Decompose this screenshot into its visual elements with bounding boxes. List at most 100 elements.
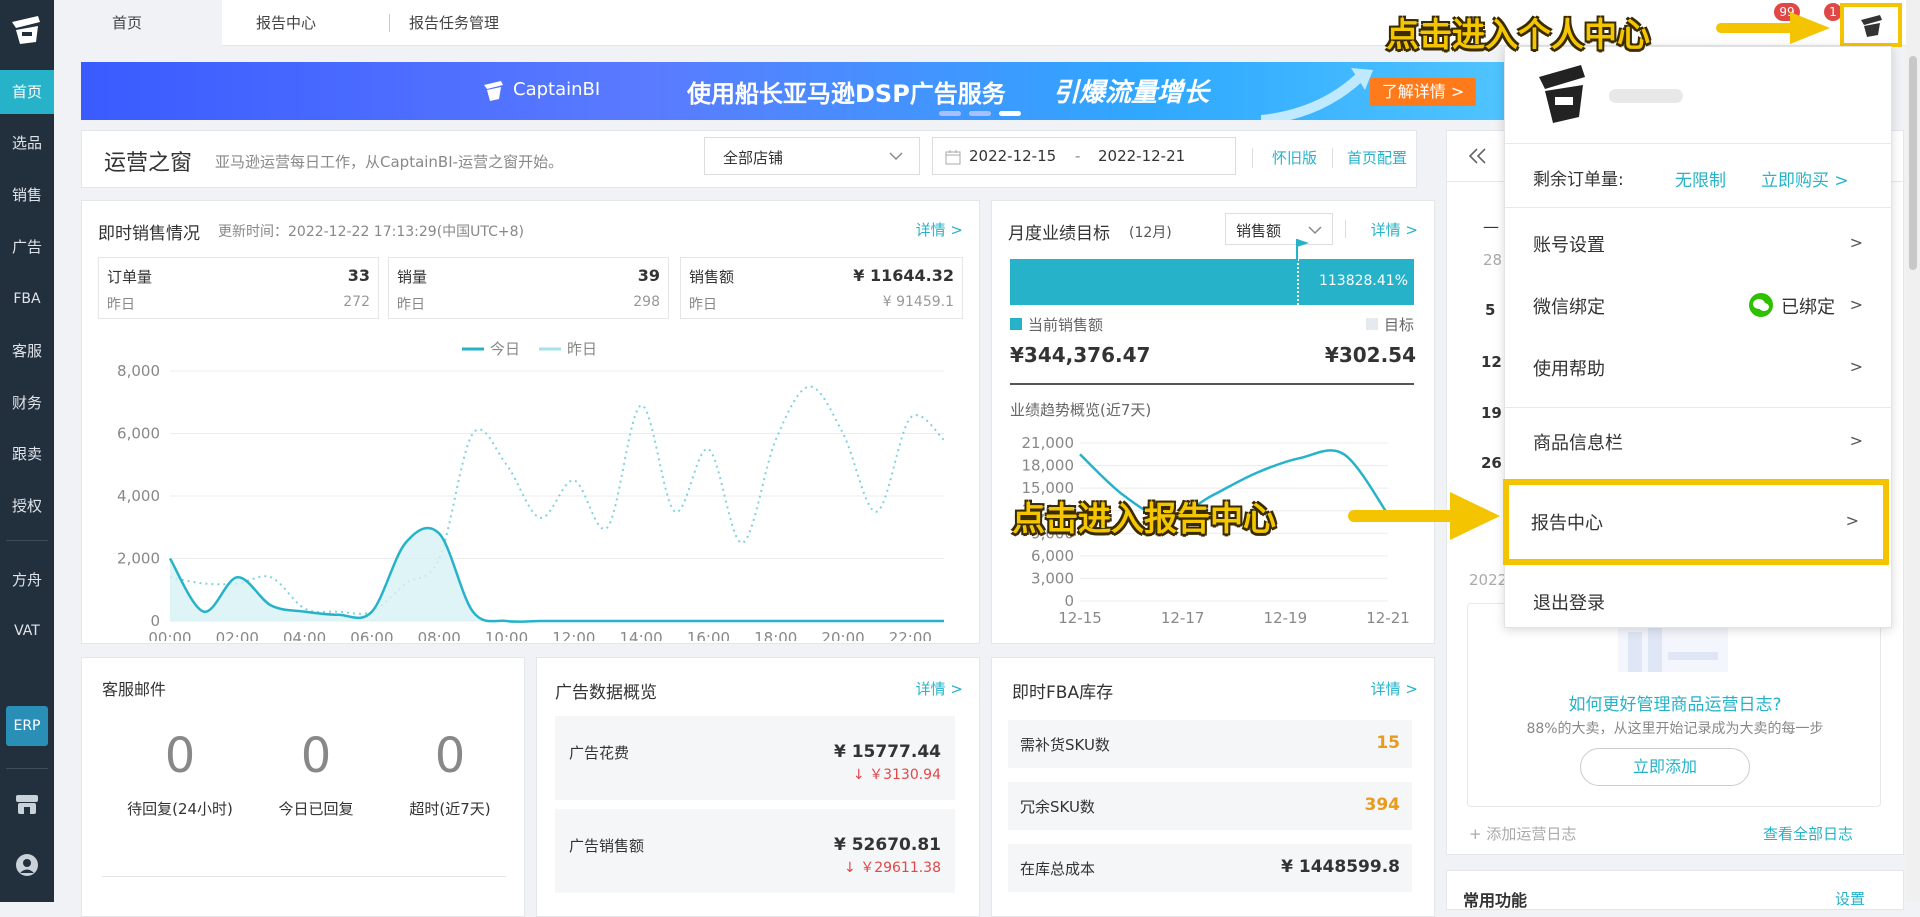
menu-item-help[interactable]: 使用帮助 > xyxy=(1505,341,1891,391)
sidebar-item-auth[interactable]: 授权 xyxy=(0,484,54,528)
calendar-date[interactable]: 19 xyxy=(1481,404,1502,422)
tab-home[interactable]: 首页 xyxy=(54,0,222,46)
double-chevron-left-icon[interactable] xyxy=(1467,147,1503,165)
fba-detail-link[interactable]: 详情 > xyxy=(1371,678,1418,699)
sidebar-erp-button[interactable]: ERP xyxy=(6,706,48,746)
y-tick-label: 6,000 xyxy=(117,425,160,443)
carousel-dot-active[interactable] xyxy=(999,111,1021,116)
x-tick-label: 20:00 xyxy=(821,629,864,641)
buy-now-link[interactable]: 立即购买 > xyxy=(1761,166,1849,191)
promo-log-title: 如何更好管理商品运营日志? xyxy=(1568,695,1782,715)
old-version-link[interactable]: 怀旧版 xyxy=(1272,147,1317,168)
menu-item-label: 退出登录 xyxy=(1533,593,1605,614)
sidebar-item-ads[interactable]: 广告 xyxy=(0,225,54,269)
tab-report-task[interactable]: 报告任务管理 xyxy=(409,0,499,46)
remaining-orders-label: 剩余订单量: xyxy=(1533,170,1624,190)
ads-title: 广告数据概览 xyxy=(555,683,657,703)
calendar-date[interactable]: 26 xyxy=(1481,454,1502,472)
metric-select[interactable]: 销售额 xyxy=(1225,213,1333,245)
series-today-line xyxy=(168,526,944,623)
scrollbar-thumb[interactable] xyxy=(1909,56,1917,270)
date-to: 2022-12-21 xyxy=(1098,147,1186,165)
sidebar-item-ark[interactable]: 方舟 xyxy=(0,558,54,602)
home-config-link[interactable]: 首页配置 xyxy=(1347,147,1407,168)
settings-link[interactable]: 设置 xyxy=(1835,888,1865,909)
current-sales-label: 当前销售额 xyxy=(1028,316,1104,334)
fba-row: 需补货SKU数 15 xyxy=(1008,720,1412,768)
calendar-date[interactable]: 28 xyxy=(1483,251,1502,269)
avatar-button[interactable] xyxy=(1840,3,1902,47)
avatar-icon xyxy=(1861,15,1882,37)
sidebar-item-home[interactable]: 首页 xyxy=(0,70,54,114)
chevron-right-icon: > xyxy=(1845,511,1859,530)
series-today-area xyxy=(170,527,944,622)
chevron-right-icon: > xyxy=(1849,357,1863,376)
log-year: 2022 xyxy=(1469,571,1508,589)
ads-row-value: ¥ 15777.44 xyxy=(833,742,941,762)
x-tick-label: 02:00 xyxy=(216,629,259,641)
sidebar-item-finance[interactable]: 财务 xyxy=(0,381,54,425)
annotation-arrow-icon xyxy=(1348,492,1500,540)
y-tick-label: 0 xyxy=(1064,592,1074,610)
menu-item-account-settings[interactable]: 账号设置 > xyxy=(1505,217,1891,267)
stat-value: 33 xyxy=(347,266,370,285)
sales-detail-link[interactable]: 详情 > xyxy=(916,219,963,240)
divider xyxy=(1332,148,1333,168)
sidebar-item-follow[interactable]: 跟卖 xyxy=(0,432,54,476)
date-separator: - xyxy=(1075,147,1081,165)
store-icon[interactable] xyxy=(14,792,40,816)
annotation-report-center: 点击进入报告中心 xyxy=(1012,499,1276,538)
arrow-graphic-icon xyxy=(1261,68,1373,120)
x-tick-label: 08:00 xyxy=(418,629,461,641)
sidebar-item-fba[interactable]: FBA xyxy=(0,277,54,321)
tab-report-center[interactable]: 报告中心 xyxy=(256,0,316,46)
chevron-down-icon xyxy=(889,152,903,161)
sidebar-divider xyxy=(6,540,48,541)
sidebar-item-sales[interactable]: 销售 xyxy=(0,173,54,217)
divider xyxy=(1010,383,1414,385)
fba-title: 即时FBA库存 xyxy=(1012,683,1114,703)
menu-item-label: 报告中心 xyxy=(1531,513,1603,534)
promo-log-subtitle: 88%的大卖，从这里开始记录成为大卖的每一步 xyxy=(1526,721,1824,737)
ads-row-delta: ↓ ￥29611.38 xyxy=(844,860,941,876)
date-from: 2022-12-15 xyxy=(969,147,1057,165)
sidebar-item-vat[interactable]: VAT xyxy=(0,609,54,653)
stat-prev-label: 昨日 xyxy=(689,297,717,313)
promo-banner[interactable]: CaptainBI 使用船长亚马逊DSP广告服务 引爆流量增长 了解详情 > xyxy=(81,62,1506,120)
add-log-now-button[interactable]: 立即添加 xyxy=(1580,748,1750,786)
fba-row-label: 冗余SKU数 xyxy=(1020,798,1095,816)
y-tick-label: 8,000 xyxy=(117,362,160,380)
menu-item-wechat-bind[interactable]: 微信绑定 已绑定 > xyxy=(1505,279,1891,329)
ads-detail-link[interactable]: 详情 > xyxy=(916,678,963,699)
monthly-target-card: 月度业绩目标 (12月) 销售额 详情 > 113828.41% 当前销售额 目… xyxy=(991,200,1435,644)
cs-count-label: 今日已回复 xyxy=(278,800,354,818)
scrollbar[interactable] xyxy=(1906,0,1920,902)
user-avatar-icon xyxy=(1539,65,1585,123)
menu-item-logout[interactable]: 退出登录 xyxy=(1505,577,1891,627)
menu-item-label: 使用帮助 xyxy=(1533,359,1605,380)
calendar-date[interactable]: 5 xyxy=(1485,301,1495,319)
banner-cta-button[interactable]: 了解详情 > xyxy=(1370,78,1476,106)
all-logs-link[interactable]: 查看全部日志 xyxy=(1763,823,1853,844)
target-flag-icon xyxy=(1296,239,1309,261)
legend-yesterday: 昨日 xyxy=(567,340,597,358)
add-log-link[interactable]: + 添加运营日志 xyxy=(1469,823,1576,844)
sidebar-item-service[interactable]: 客服 xyxy=(0,329,54,373)
user-support-icon[interactable] xyxy=(14,852,40,878)
monthly-title: 月度业绩目标 xyxy=(1008,224,1110,244)
menu-item-product-info[interactable]: 商品信息栏 > xyxy=(1505,415,1891,465)
captain-logo-icon[interactable] xyxy=(8,12,46,48)
chevron-down-icon xyxy=(1308,226,1322,235)
carousel-dot[interactable] xyxy=(939,111,961,116)
x-tick-label: 14:00 xyxy=(620,629,663,641)
date-range-picker[interactable]: 2022-12-15 - 2022-12-21 xyxy=(932,137,1236,175)
carousel-dot[interactable] xyxy=(969,111,991,116)
calendar-date[interactable]: 12 xyxy=(1481,353,1502,371)
store-select[interactable]: 全部店铺 xyxy=(704,137,920,175)
menu-item-report-center[interactable]: 报告中心 > xyxy=(1503,479,1889,565)
stat-label: 销售额 xyxy=(689,268,735,286)
divider xyxy=(1252,148,1253,168)
monthly-month: (12月) xyxy=(1129,225,1172,241)
monthly-detail-link[interactable]: 详情 > xyxy=(1371,219,1418,240)
sidebar-item-selection[interactable]: 选品 xyxy=(0,121,54,165)
